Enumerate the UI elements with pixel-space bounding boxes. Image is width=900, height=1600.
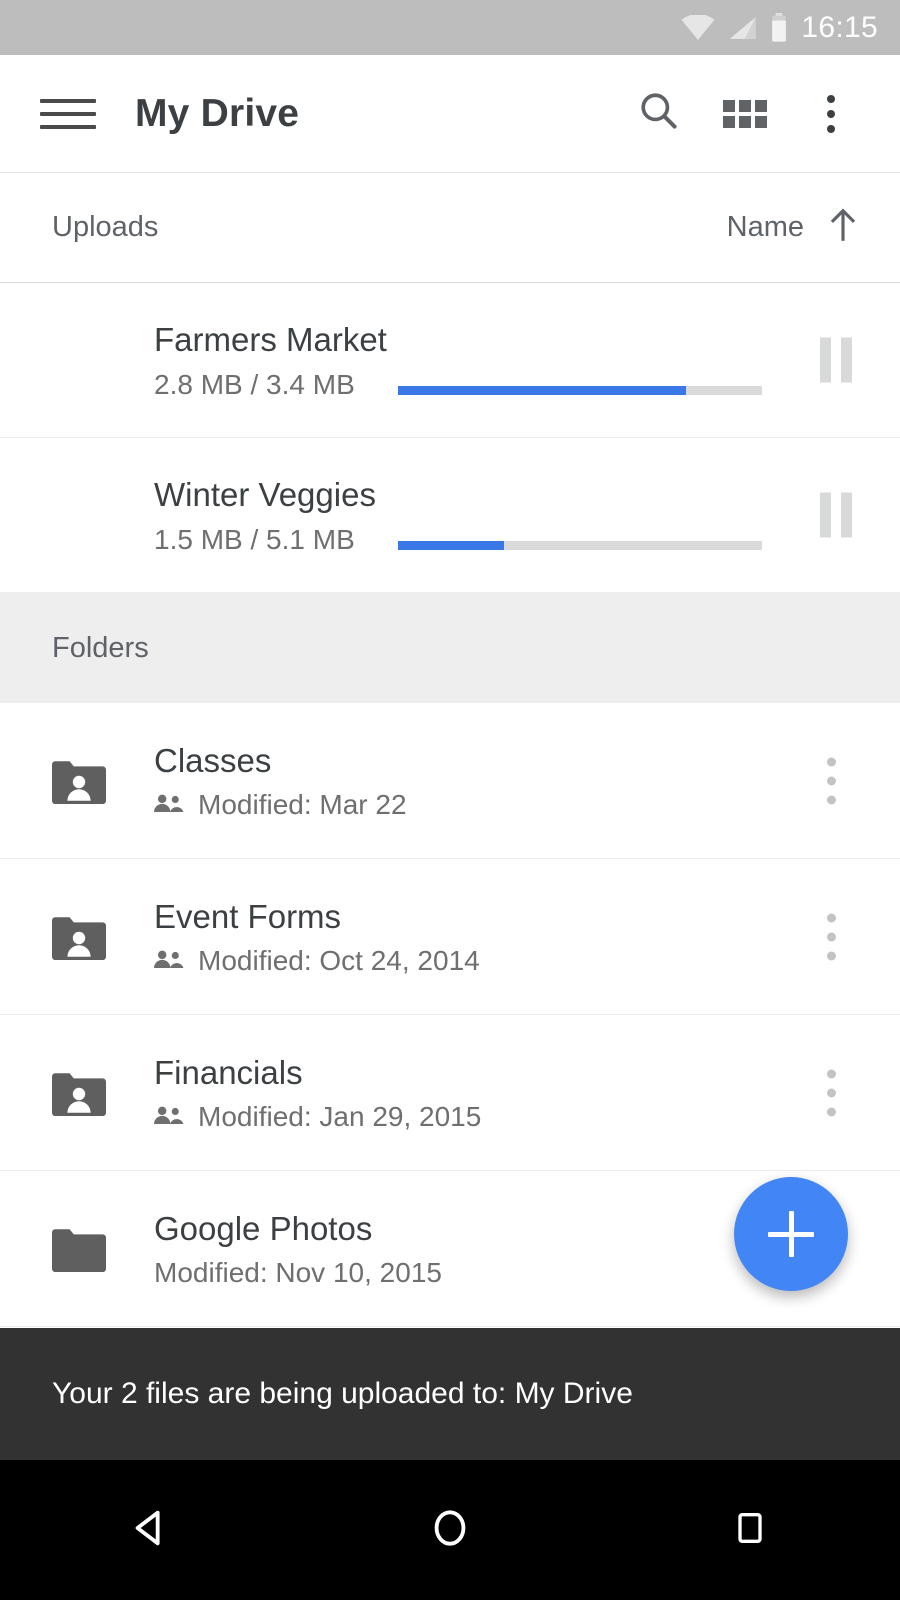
folder-overflow-menu-icon[interactable]: [827, 913, 836, 960]
battery-icon: [769, 12, 789, 43]
people-icon: [154, 792, 184, 819]
folder-meta: Modified: Nov 10, 2015: [154, 1257, 442, 1289]
status-bar: 16:15: [0, 0, 900, 55]
back-button[interactable]: [70, 1460, 230, 1600]
folder-modified: Modified: Nov 10, 2015: [154, 1257, 442, 1289]
folder-name: Financials: [154, 1053, 303, 1091]
recents-square-icon: [730, 1508, 770, 1553]
folder-name: Google Photos: [154, 1209, 373, 1247]
folder-modified: Modified: Mar 22: [198, 789, 407, 821]
folders-section-label: Folders: [52, 631, 149, 664]
snackbar-message: Your 2 files are being uploaded to: My D…: [52, 1377, 633, 1410]
folder-icon: [52, 1226, 154, 1272]
page-title: My Drive: [135, 91, 300, 135]
folder-meta: Modified: Jan 29, 2015: [154, 1101, 481, 1133]
folder-modified: Modified: Jan 29, 2015: [198, 1101, 482, 1133]
folder-text-block: Financials Modified: Jan 29, 2015: [154, 1052, 481, 1133]
shared-folder-icon: [52, 758, 154, 804]
folder-name: Classes: [154, 741, 272, 779]
search-button[interactable]: [616, 71, 702, 157]
pause-icon[interactable]: [820, 337, 852, 383]
pause-icon[interactable]: [820, 492, 852, 538]
upload-row[interactable]: Farmers Market 2.8 MB / 3.4 MB: [0, 283, 900, 438]
upload-name: Farmers Market: [154, 320, 387, 358]
people-icon: [154, 948, 184, 975]
app-screen: 16:15 My Drive Uploads Name Farmers Mark…: [0, 0, 900, 1600]
folder-meta: Modified: Mar 22: [154, 789, 407, 821]
folder-text-block: Google Photos Modified: Nov 10, 2015: [154, 1208, 442, 1289]
upload-name: Winter Veggies: [154, 475, 376, 513]
back-triangle-icon: [127, 1505, 173, 1556]
upload-progress-fill: [398, 386, 686, 395]
overflow-menu-button[interactable]: [788, 71, 874, 157]
sort-label: Name: [726, 211, 804, 243]
upload-size: 1.5 MB / 5.1 MB: [154, 524, 355, 556]
uploads-section-label: Uploads: [52, 211, 159, 243]
folder-text-block: Event Forms Modified: Oct 24, 2014: [154, 896, 480, 977]
recents-button[interactable]: [670, 1460, 830, 1600]
arrow-up-icon: [826, 206, 860, 249]
folder-text-block: Classes Modified: Mar 22: [154, 740, 407, 821]
plus-icon-vertical: [788, 1211, 794, 1257]
people-icon: [154, 1104, 184, 1131]
folder-overflow-menu-icon[interactable]: [827, 757, 836, 804]
search-icon: [637, 89, 681, 138]
create-new-fab[interactable]: [734, 1177, 848, 1291]
sort-bar: Uploads Name: [0, 173, 900, 283]
home-circle-icon: [427, 1505, 473, 1556]
grid-view-icon: [723, 99, 767, 128]
shared-folder-icon: [52, 1070, 154, 1116]
wifi-icon: [681, 14, 715, 41]
upload-text-block: Winter Veggies 1.5 MB / 5.1 MB: [154, 474, 376, 556]
folder-name: Event Forms: [154, 897, 342, 935]
folder-modified: Modified: Oct 24, 2014: [198, 945, 480, 977]
app-toolbar: My Drive: [0, 55, 900, 173]
grid-view-button[interactable]: [702, 71, 788, 157]
folder-overflow-menu-icon[interactable]: [827, 1069, 836, 1116]
upload-row[interactable]: Winter Veggies 1.5 MB / 5.1 MB: [0, 438, 900, 593]
folder-row[interactable]: Event Forms Modified: Oct 24, 2014: [0, 859, 900, 1015]
status-bar-clock: 16:15: [801, 10, 878, 44]
upload-progress-bar: [398, 386, 762, 395]
folder-row[interactable]: Financials Modified: Jan 29, 2015: [0, 1015, 900, 1171]
upload-progress-fill: [398, 541, 504, 550]
folders-section-header: Folders: [0, 593, 900, 703]
upload-size: 2.8 MB / 3.4 MB: [154, 369, 355, 401]
upload-snackbar: Your 2 files are being uploaded to: My D…: [0, 1328, 900, 1460]
upload-text-block: Farmers Market 2.8 MB / 3.4 MB: [154, 319, 387, 401]
sort-control[interactable]: Name: [727, 206, 860, 249]
overflow-menu-icon: [827, 94, 835, 133]
android-nav-bar: [0, 1460, 900, 1600]
folder-row[interactable]: Classes Modified: Mar 22: [0, 703, 900, 859]
upload-progress-bar: [398, 541, 762, 550]
shared-folder-icon: [52, 914, 154, 960]
hamburger-menu-icon[interactable]: [40, 98, 96, 129]
cell-signal-icon: [727, 15, 757, 41]
folder-meta: Modified: Oct 24, 2014: [154, 945, 480, 977]
home-button[interactable]: [370, 1460, 530, 1600]
